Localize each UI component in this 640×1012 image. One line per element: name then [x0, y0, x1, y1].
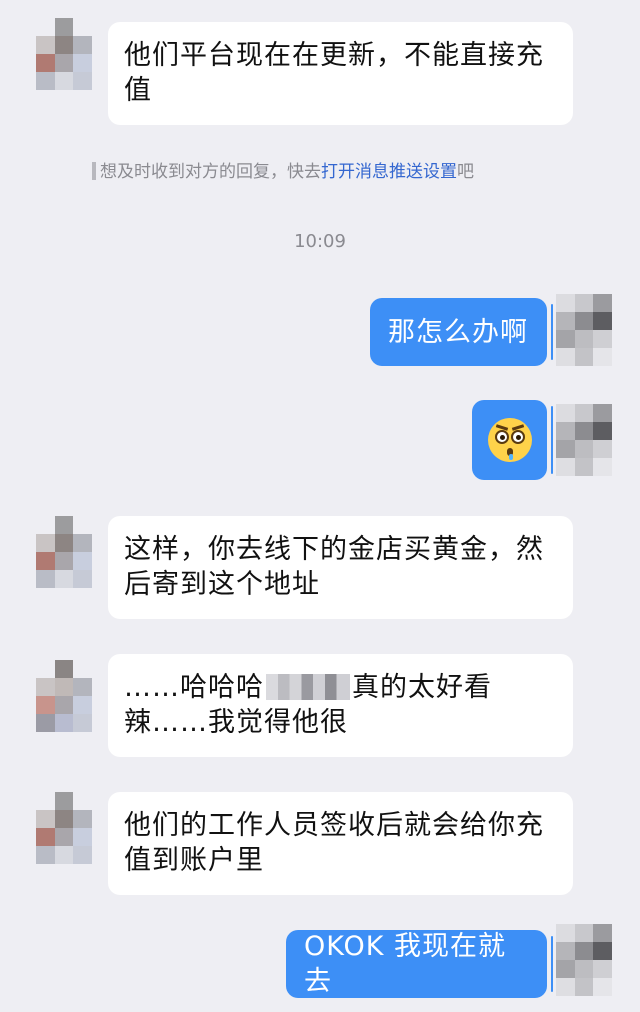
- my-avatar[interactable]: [556, 404, 612, 476]
- redacted-text: [266, 674, 350, 700]
- message-bubble-incoming[interactable]: 他们平台现在在更新，不能直接充值: [108, 22, 573, 125]
- message-text: OKOK 我现在就去: [304, 931, 507, 997]
- contact-avatar[interactable]: [36, 660, 92, 732]
- push-notification-tip: 想及时收到对方的回复，快去打开消息推送设置吧: [92, 160, 562, 184]
- my-avatar[interactable]: [556, 924, 612, 996]
- my-avatar[interactable]: [556, 294, 612, 366]
- shocked-face-icon: [487, 418, 532, 462]
- message-bubble-incoming[interactable]: 他们的工作人员签收后就会给你充值到账户里: [108, 792, 573, 895]
- message-bubble-outgoing[interactable]: 那怎么办啊: [370, 298, 553, 366]
- tip-suffix: 吧: [457, 162, 474, 182]
- message-text: 这样，你去线下的金店买黄金，然后寄到这个地址: [124, 534, 544, 600]
- message-text: 那怎么办啊: [388, 316, 528, 348]
- timestamp: 10:09: [294, 231, 346, 252]
- message-bubble-incoming[interactable]: ……哈哈哈 真的太好看辣……我觉得他很: [108, 654, 573, 757]
- message-text: 他们的工作人员签收后就会给你充值到账户里: [124, 810, 544, 876]
- contact-avatar[interactable]: [36, 18, 92, 90]
- message-bubble-outgoing-emoji[interactable]: [472, 400, 553, 480]
- message-bubble-outgoing[interactable]: OKOK 我现在就去: [286, 930, 553, 998]
- message-bubble-incoming[interactable]: 这样，你去线下的金店买黄金，然后寄到这个地址: [108, 516, 573, 619]
- message-text: 他们平台现在在更新，不能直接充值: [124, 40, 544, 106]
- message-text-start: ……哈哈哈: [124, 672, 264, 703]
- contact-avatar[interactable]: [36, 792, 92, 864]
- contact-avatar[interactable]: [36, 516, 92, 588]
- tip-text: 想及时收到对方的回复，快去: [100, 162, 321, 182]
- tip-marker: [92, 162, 96, 180]
- open-push-settings-link[interactable]: 打开消息推送设置: [321, 162, 457, 182]
